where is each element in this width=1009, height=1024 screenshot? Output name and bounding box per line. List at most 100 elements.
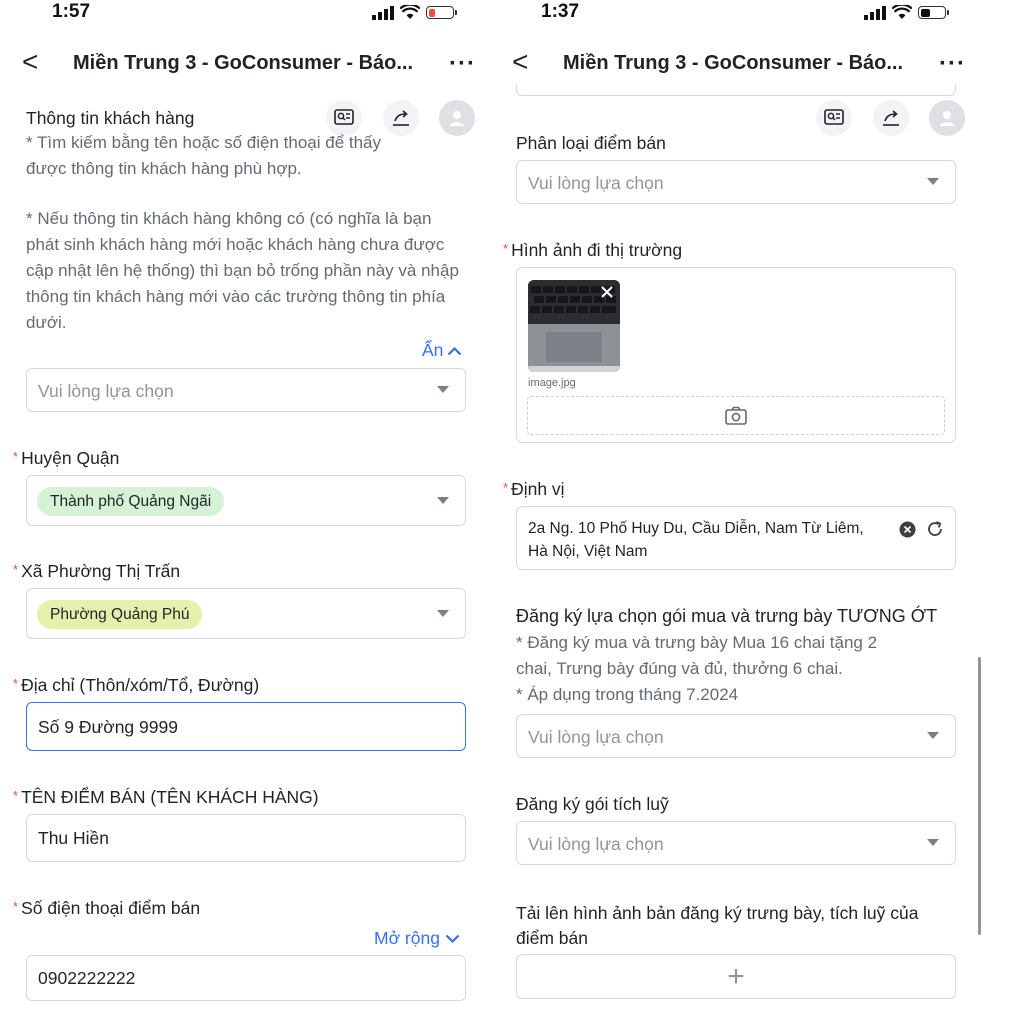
refresh-location-button[interactable]	[926, 520, 944, 543]
address-value: Số 9 Đường 9999	[38, 717, 178, 737]
package-select[interactable]: Vui lòng lựa chọn	[516, 714, 956, 758]
accumulate-label: Đăng ký gói tích luỹ	[516, 794, 669, 814]
required-icon: *	[13, 676, 19, 691]
location-label-text: Định vị	[511, 479, 565, 499]
address-label: * Địa chỉ (Thôn/xóm/Tổ, Đường)	[13, 675, 259, 696]
photo-file-name: image.jpg	[528, 377, 576, 389]
battery-icon	[918, 6, 949, 19]
caret-down-icon	[927, 732, 939, 739]
package-placeholder: Vui lòng lựa chọn	[528, 727, 664, 747]
signal-icon	[864, 5, 886, 20]
chevron-down-icon	[445, 934, 460, 943]
collapse-label: Ẩn	[422, 340, 444, 360]
phone-input[interactable]: 0902222222	[26, 955, 466, 1001]
close-icon	[601, 286, 613, 298]
phone-value: 0902222222	[38, 968, 136, 988]
ward-tag[interactable]: Phường Quảng Phú	[37, 600, 203, 629]
expand-label: Mở rộng	[374, 928, 440, 948]
search-card-icon	[334, 109, 354, 125]
customer-info-label: Thông tin khách hàng	[26, 108, 195, 128]
remove-photo-button[interactable]	[599, 284, 615, 305]
signal-icon	[372, 5, 394, 20]
ward-label: * Xã Phường Thị Trấn	[13, 561, 180, 582]
required-icon: *	[13, 449, 19, 464]
package-hint: * Đăng ký mua và trưng bày Mua 16 chai t…	[516, 630, 956, 708]
package-label: Đăng ký lựa chọn gói mua và trưng bày TƯ…	[516, 606, 938, 626]
page-title: Miền Trung 3 - GoConsumer - Báo...	[563, 52, 904, 74]
location-line-2: Hà Nội, Việt Nam	[528, 543, 648, 560]
search-card-button[interactable]	[816, 100, 852, 136]
photo-thumbnail[interactable]	[528, 280, 620, 372]
share-button[interactable]	[873, 100, 909, 136]
page-title: Miền Trung 3 - GoConsumer - Báo...	[73, 52, 414, 74]
location-line-1: 2a Ng. 10 Phố Huy Du, Cầu Diễn, Nam Từ L…	[528, 520, 864, 537]
upload-label: Tải lên hình ảnh bản đăng ký trưng bày, …	[516, 901, 918, 951]
store-name-label: * TÊN ĐIỂM BÁN (TÊN KHÁCH HÀNG)	[13, 787, 319, 808]
required-icon: *	[13, 899, 19, 914]
customer-select[interactable]: Vui lòng lựa chọn	[26, 368, 466, 412]
more-button[interactable]: ···	[449, 50, 476, 78]
expand-toggle[interactable]: Mở rộng	[374, 928, 460, 949]
market-photo-field: image.jpg	[516, 267, 956, 443]
required-icon: *	[503, 241, 509, 256]
district-tag[interactable]: Thành phố Quảng Ngãi	[37, 487, 225, 516]
upload-button[interactable]: +	[516, 954, 956, 999]
store-name-input[interactable]: Thu Hiền	[26, 814, 466, 862]
store-name-value: Thu Hiền	[38, 828, 110, 848]
package-hint-line-3: * Áp dụng trong tháng 7.2024	[516, 685, 739, 704]
customer-info-hint-2: * Nếu thông tin khách hàng không có (có …	[26, 209, 459, 332]
clear-icon	[899, 521, 916, 538]
district-label: * Huyện Quận	[13, 448, 119, 469]
user-icon	[940, 111, 954, 126]
back-button[interactable]: <	[22, 46, 38, 78]
phone-label-text: Số điện thoại điểm bán	[21, 898, 201, 918]
caret-down-icon	[927, 178, 939, 185]
store-type-label: Phân loại điểm bán	[516, 133, 666, 153]
package-hint-line-2: chai, Trưng bày đúng và đủ, thưởng 6 cha…	[516, 659, 843, 678]
caret-down-icon	[437, 609, 449, 617]
required-icon: *	[13, 788, 19, 803]
more-button[interactable]: ···	[939, 50, 966, 78]
clear-location-button[interactable]	[899, 521, 916, 543]
refresh-icon	[928, 521, 942, 536]
add-icon: +	[727, 959, 745, 993]
address-input[interactable]: Số 9 Đường 9999	[26, 702, 466, 751]
market-photo-label: * Hình ảnh đi thị trường	[503, 240, 682, 261]
market-photo-label-text: Hình ảnh đi thị trường	[511, 240, 683, 260]
status-time: 1:57	[52, 1, 91, 22]
scrollbar[interactable]	[978, 657, 981, 935]
upload-label-line-2: điểm bán	[516, 928, 588, 948]
required-icon: *	[13, 562, 19, 577]
share-icon	[393, 110, 409, 126]
back-button[interactable]: <	[512, 46, 528, 78]
package-hint-line-1: * Đăng ký mua và trưng bày Mua 16 chai t…	[516, 633, 878, 652]
battery-icon	[426, 6, 457, 19]
district-select[interactable]: Thành phố Quảng Ngãi	[26, 475, 466, 526]
share-icon	[883, 110, 899, 126]
customer-select-placeholder: Vui lòng lựa chọn	[38, 381, 174, 401]
add-photo-button[interactable]	[527, 396, 945, 435]
accumulate-select[interactable]: Vui lòng lựa chọn	[516, 821, 956, 865]
caret-down-icon	[437, 386, 449, 393]
caret-down-icon	[437, 496, 449, 504]
status-time: 1:37	[541, 1, 580, 22]
location-label: * Định vị	[503, 479, 565, 500]
search-card-icon	[824, 109, 844, 125]
previous-field[interactable]	[516, 84, 956, 96]
wifi-icon	[400, 5, 420, 19]
status-icons	[372, 5, 457, 20]
customer-info-hint-1: * Tìm kiếm bằng tên hoặc số điện thoại đ…	[26, 133, 382, 178]
location-value: 2a Ng. 10 Phố Huy Du, Cầu Diễn, Nam Từ L…	[528, 517, 864, 563]
ward-select[interactable]: Phường Quảng Phú	[26, 588, 466, 639]
avatar[interactable]	[929, 100, 965, 136]
avatar[interactable]	[439, 100, 475, 136]
camera-icon	[725, 406, 747, 425]
phone-label: * Số điện thoại điểm bán	[13, 898, 200, 919]
collapse-toggle[interactable]: Ẩn	[422, 340, 462, 361]
district-label-text: Huyện Quận	[21, 448, 120, 468]
caret-down-icon	[927, 839, 939, 846]
store-type-placeholder: Vui lòng lựa chọn	[528, 173, 664, 193]
location-field[interactable]: 2a Ng. 10 Phố Huy Du, Cầu Diễn, Nam Từ L…	[516, 506, 956, 570]
store-type-select[interactable]: Vui lòng lựa chọn	[516, 160, 956, 204]
accumulate-placeholder: Vui lòng lựa chọn	[528, 834, 664, 854]
